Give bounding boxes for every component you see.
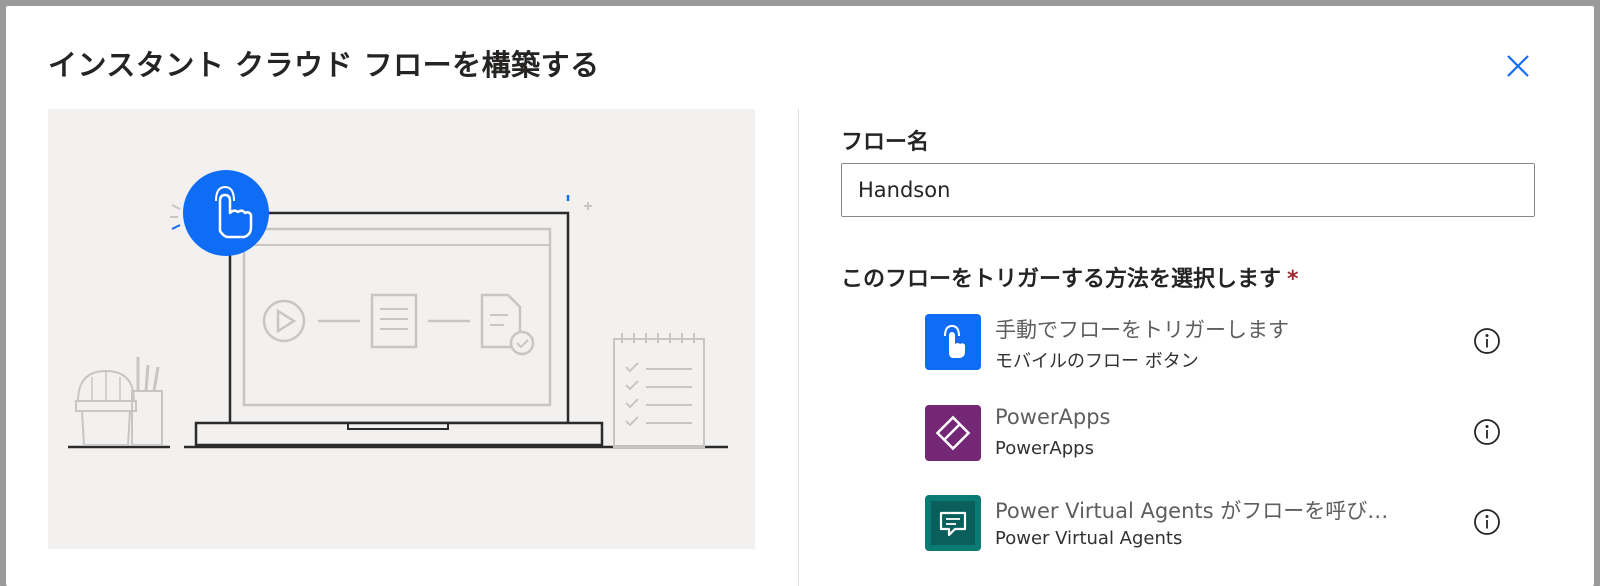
powerapps-icon	[925, 405, 981, 461]
trigger-option-pva[interactable]: Power Virtual Agents がフローを呼び… Power Virt…	[925, 495, 1515, 555]
flow-name-input[interactable]	[841, 163, 1535, 217]
trigger-option-manual[interactable]: 手動でフローをトリガーします モバイルのフロー ボタン	[925, 314, 1515, 374]
trigger-subtitle: モバイルのフロー ボタン	[995, 351, 1199, 372]
panel-divider	[798, 109, 799, 586]
trigger-label-text: このフローをトリガーする方法を選択します	[841, 267, 1282, 292]
laptop-illustration	[68, 170, 728, 449]
laptop-icon	[194, 211, 604, 447]
trigger-title: 手動でフローをトリガーします	[995, 318, 1289, 342]
trigger-option-powerapps[interactable]: PowerApps PowerApps	[925, 405, 1515, 465]
dialog: インスタント クラウド フローを構築する フロー名 Handson このフローを…	[6, 6, 1594, 586]
dialog-title: インスタント クラウド フローを構築する	[48, 48, 600, 82]
info-icon[interactable]	[1472, 507, 1502, 537]
info-icon[interactable]	[1472, 326, 1502, 356]
info-icon[interactable]	[1472, 417, 1502, 447]
trigger-subtitle: Power Virtual Agents	[995, 528, 1183, 549]
trigger-title: Power Virtual Agents がフローを呼び…	[995, 499, 1389, 523]
illustration	[48, 109, 755, 549]
form-panel: フロー名 このフローをトリガーする方法を選択します* 手動でフローをトリガーしま…	[841, 6, 1541, 586]
cactus-icon	[75, 369, 137, 446]
required-marker: *	[1287, 267, 1299, 292]
flow-name-label: フロー名	[841, 130, 930, 155]
touch-hand-icon	[183, 170, 269, 256]
chat-bubble-icon	[925, 495, 981, 551]
trigger-label: このフローをトリガーする方法を選択します *	[841, 261, 1299, 293]
trigger-subtitle: PowerApps	[995, 438, 1094, 459]
touch-hand-icon	[925, 314, 981, 370]
checklist-icon	[613, 333, 705, 448]
trigger-title: PowerApps	[995, 405, 1111, 429]
